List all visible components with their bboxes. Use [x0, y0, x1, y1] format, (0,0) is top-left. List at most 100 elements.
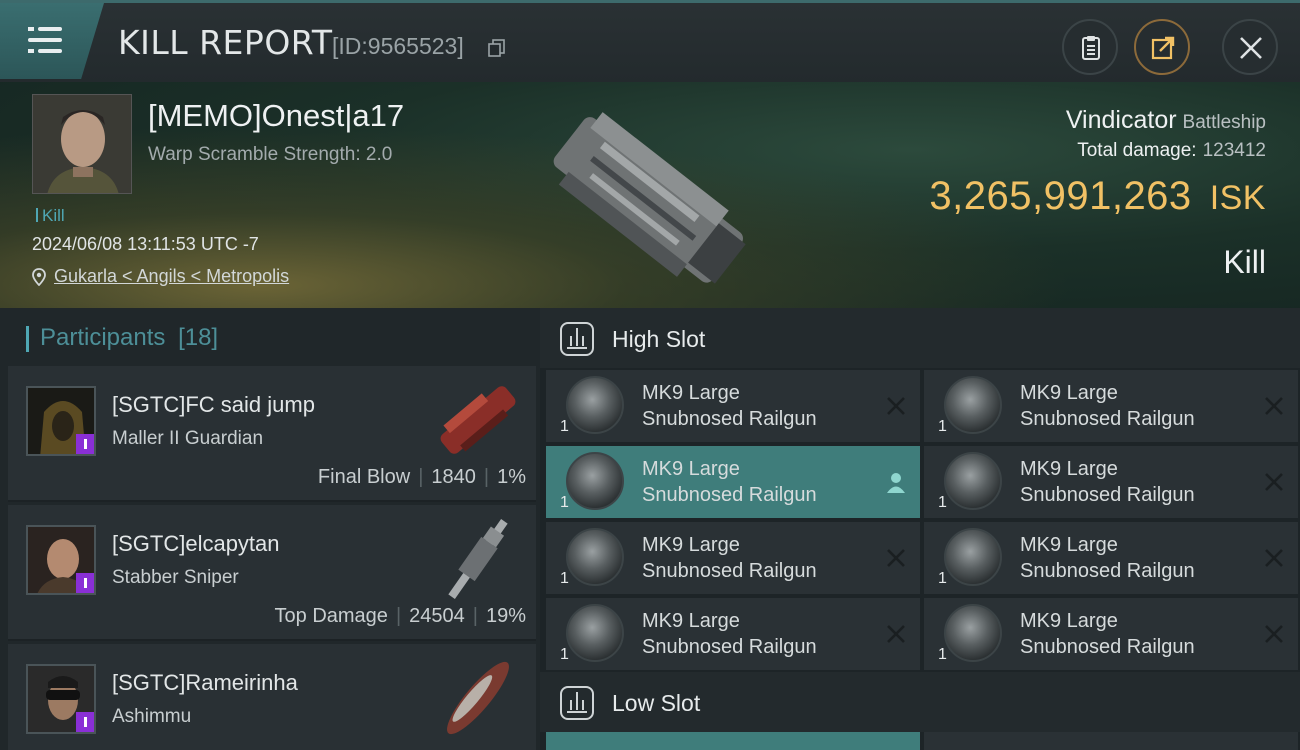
module-name-line2: Snubnosed Railgun	[642, 636, 817, 658]
top-bar: KILL REPORT [ID:9565523]	[0, 0, 1300, 82]
isk-amount: 3,265,991,263	[929, 174, 1192, 218]
module-name-line1: MK9 Large	[642, 382, 740, 404]
close-icon[interactable]	[884, 546, 908, 570]
participant-row[interactable]: [SGTC]elcapytan Stabber Sniper Top Damag…	[8, 505, 536, 641]
high-slot-header: High Slot	[540, 308, 1300, 368]
info-badge-icon[interactable]	[76, 712, 94, 732]
clipboard-icon	[1082, 36, 1100, 60]
copy-icon[interactable]	[488, 39, 506, 57]
railgun-icon	[944, 604, 1002, 662]
participant-role: Final Blow	[317, 466, 411, 488]
module-quantity: 1	[938, 570, 947, 587]
isk-value: 3,265,991,263 ISK	[929, 174, 1266, 219]
share-button[interactable]	[1134, 19, 1190, 75]
victim-avatar[interactable]	[32, 94, 132, 194]
module-name: MK9 Large Snubnosed Railgun	[642, 380, 817, 432]
module-name-line2: Snubnosed Railgun	[1020, 408, 1195, 430]
kill-timestamp: 2024/06/08 13:11:53 UTC -7	[32, 234, 259, 254]
participant-percent: 1%	[497, 466, 526, 488]
high-slot-module[interactable]: 1 MK9 Large Snubnosed Railgun	[546, 598, 920, 670]
victim-name: [MEMO]Onest|a17	[148, 98, 405, 133]
participant-ship-image	[448, 519, 508, 599]
module-quantity: 1	[938, 646, 947, 663]
participant-stats: Final Blow | 1840 | 1%	[317, 466, 526, 488]
participant-ship: Stabber Sniper	[112, 567, 239, 588]
module-quantity: 1	[560, 646, 569, 663]
close-icon[interactable]	[1262, 470, 1286, 494]
module-name-line2: Snubnosed Railgun	[642, 484, 817, 506]
high-slot-module[interactable]: 1 MK9 Large Snubnosed Railgun	[546, 522, 920, 594]
total-damage-label: Total damage:	[1077, 140, 1197, 161]
module-name: MK9 Large Snubnosed Railgun	[642, 608, 817, 660]
participant-row[interactable]: [SGTC]Rameirinha Ashimmu	[8, 644, 536, 750]
module-name: MK9 Large Snubnosed Railgun	[1020, 456, 1195, 508]
close-button[interactable]	[1222, 19, 1278, 75]
participant-name: [SGTC]elcapytan	[112, 531, 280, 556]
participant-ship: Maller II Guardian	[112, 428, 264, 449]
module-quantity: 1	[938, 418, 947, 435]
pilot-icon[interactable]	[884, 470, 908, 494]
victim-banner: [MEMO]Onest|a17 Warp Scramble Strength: …	[0, 82, 1300, 308]
low-slot-label: Low Slot	[612, 690, 701, 716]
share-icon	[1151, 36, 1175, 60]
page-title: KILL REPORT	[118, 23, 333, 62]
participants-label: Participants	[40, 324, 166, 351]
participant-avatar[interactable]	[26, 386, 96, 456]
participant-avatar[interactable]	[26, 664, 96, 734]
participant-stats: Top Damage | 24504 | 19%	[274, 605, 526, 627]
participant-name: [SGTC]Rameirinha	[112, 670, 298, 695]
participant-row[interactable]: [SGTC]FC said jump Maller II Guardian Fi…	[8, 366, 536, 502]
high-slot-module[interactable]: 1 MK9 Large Snubnosed Railgun	[546, 446, 920, 518]
warp-scramble-strength: Warp Scramble Strength: 2.0	[148, 144, 393, 165]
close-icon	[1240, 37, 1262, 59]
participants-count: [18]	[178, 324, 219, 351]
participant-role: Top Damage	[274, 605, 388, 627]
close-icon[interactable]	[1262, 546, 1286, 570]
info-badge-icon[interactable]	[76, 573, 94, 593]
module-name-line2: Snubnosed Railgun	[1020, 560, 1195, 582]
low-slot-module[interactable]	[546, 732, 920, 750]
victim-ship: Vindicator Battleship	[1066, 106, 1266, 135]
module-name-line1: MK9 Large	[1020, 534, 1118, 556]
participant-percent: 19%	[485, 605, 526, 627]
module-name-line2: Snubnosed Railgun	[1020, 484, 1195, 506]
module-name-line1: MK9 Large	[642, 458, 740, 480]
module-name-line1: MK9 Large	[1020, 458, 1118, 480]
railgun-icon	[944, 528, 1002, 586]
close-icon[interactable]	[884, 622, 908, 646]
menu-button[interactable]	[0, 3, 104, 79]
module-name-line2: Snubnosed Railgun	[642, 408, 817, 430]
pilot-portrait-icon	[33, 95, 131, 193]
high-slot-module[interactable]: 1 MK9 Large Snubnosed Railgun	[924, 370, 1298, 442]
railgun-icon	[566, 452, 624, 510]
kill-location-link[interactable]: Gukarla < Angils < Metropolis	[32, 266, 289, 287]
module-name-line1: MK9 Large	[1020, 610, 1118, 632]
location-pin-icon	[32, 268, 46, 286]
info-badge-icon[interactable]	[76, 434, 94, 454]
railgun-icon	[566, 528, 624, 586]
module-name-line2: Snubnosed Railgun	[642, 560, 817, 582]
fitting-panel: High Slot 1 MK9 Large Snubnosed Railgun 1 MK…	[540, 308, 1300, 750]
close-icon[interactable]	[1262, 622, 1286, 646]
high-slot-module[interactable]: 1 MK9 Large Snubnosed Railgun	[924, 598, 1298, 670]
module-quantity: 1	[938, 494, 947, 511]
module-name-line1: MK9 Large	[642, 534, 740, 556]
low-slot-module[interactable]	[924, 732, 1298, 750]
participant-damage: 24504	[409, 605, 465, 627]
high-slot-icon	[560, 322, 594, 356]
module-name-line1: MK9 Large	[642, 610, 740, 632]
module-name: MK9 Large Snubnosed Railgun	[642, 456, 817, 508]
high-slot-module[interactable]: 1 MK9 Large Snubnosed Railgun	[924, 522, 1298, 594]
victim-ship-name: Vindicator	[1065, 106, 1177, 134]
module-name: MK9 Large Snubnosed Railgun	[1020, 608, 1195, 660]
participant-ship-image	[440, 386, 516, 454]
module-quantity: 1	[560, 418, 569, 435]
close-icon[interactable]	[884, 394, 908, 418]
close-icon[interactable]	[1262, 394, 1286, 418]
isk-unit: ISK	[1209, 179, 1266, 217]
participant-ship-image	[447, 661, 509, 735]
participant-avatar[interactable]	[26, 525, 96, 595]
high-slot-module[interactable]: 1 MK9 Large Snubnosed Railgun	[546, 370, 920, 442]
clipboard-button[interactable]	[1062, 19, 1118, 75]
high-slot-module[interactable]: 1 MK9 Large Snubnosed Railgun	[924, 446, 1298, 518]
